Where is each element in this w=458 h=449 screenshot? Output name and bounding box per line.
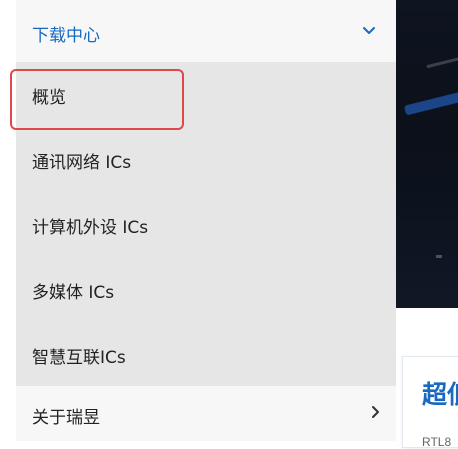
page-background	[0, 0, 16, 441]
submenu-item-label: 计算机外设 ICs	[32, 218, 149, 238]
menu-item-about-realtek[interactable]: 关于瑞昱	[16, 386, 396, 441]
submenu-item-smart-connected-ics[interactable]: 智慧互联ICs	[16, 322, 396, 386]
submenu-item-communication-network-ics[interactable]: 通讯网络 ICs	[16, 127, 396, 191]
side-menu: 下载中心 概览 通讯网络 ICs 计算机外设 ICs 多媒体 ICs 智慧互联I…	[16, 0, 396, 441]
product-card-title: 超低	[422, 380, 458, 409]
submenu-item-computer-peripheral-ics[interactable]: 计算机外设 ICs	[16, 192, 396, 256]
menu-header-label: 下载中心	[32, 26, 100, 46]
submenu-item-label: 多媒体 ICs	[32, 283, 115, 303]
menu-header-download-center[interactable]: 下载中心	[16, 0, 396, 63]
highlight-annotation-box	[10, 69, 184, 130]
submenu-item-multimedia-ics[interactable]: 多媒体 ICs	[16, 257, 396, 321]
submenu-item-label: 智慧互联ICs	[32, 348, 126, 368]
menu-item-about-label: 关于瑞昱	[32, 408, 100, 428]
product-card[interactable]: 超低 RTL8	[402, 356, 458, 449]
product-card-subtitle: RTL8	[422, 435, 452, 449]
hero-banner-image	[396, 0, 458, 308]
submenu-item-label: 通讯网络 ICs	[32, 153, 132, 173]
chevron-down-icon[interactable]	[362, 25, 376, 37]
chevron-right-icon[interactable]	[370, 405, 380, 419]
